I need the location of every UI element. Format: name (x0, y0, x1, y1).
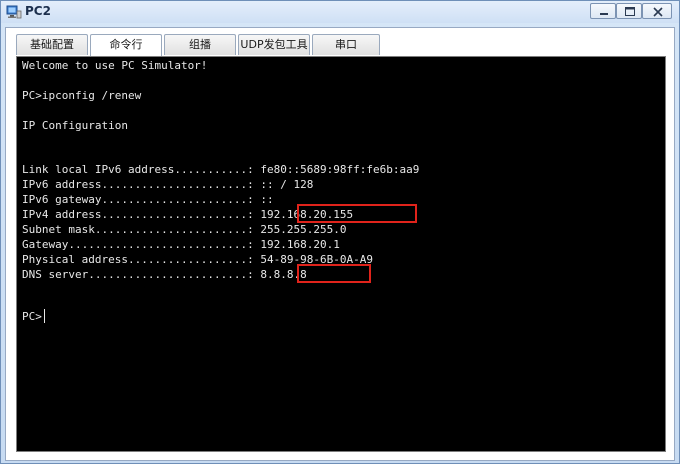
tab-udp-tool[interactable]: UDP发包工具 (238, 34, 310, 55)
client-area: 基础配置 命令行 组播 UDP发包工具 串口 Welcome to use PC… (5, 27, 675, 461)
terminal-line: IPv6 gateway......................: :: (22, 193, 274, 206)
tab-serial-port[interactable]: 串口 (312, 34, 380, 55)
maximize-button[interactable] (616, 3, 642, 19)
pc-icon (6, 4, 22, 20)
pc-simulator-window: PC2 基础配置 命令行 组播 UDP发包工具 串口 Welcome to us… (0, 0, 680, 464)
highlight-box-ipv4 (297, 204, 417, 223)
terminal-line: Gateway...........................: 192.… (22, 238, 340, 251)
terminal-line: Welcome to use PC Simulator! (22, 59, 208, 72)
terminal-prompt: PC> (22, 310, 42, 323)
terminal-line: DNS server........................: 8.8.… (22, 268, 307, 281)
title-bar[interactable]: PC2 (1, 1, 679, 23)
window-title: PC2 (25, 4, 51, 18)
terminal-line: Subnet mask.......................: 255.… (22, 223, 347, 236)
text-cursor (44, 309, 45, 323)
terminal-line: IPv6 address......................: :: /… (22, 178, 314, 191)
highlight-box-dns (297, 264, 371, 283)
terminal-line: Link local IPv6 address...........: fe80… (22, 163, 420, 176)
terminal-line: PC>ipconfig /renew (22, 89, 142, 102)
minimize-icon (600, 13, 608, 15)
command-terminal[interactable]: Welcome to use PC Simulator! PC>ipconfig… (16, 56, 666, 452)
tab-command-line[interactable]: 命令行 (90, 34, 162, 56)
maximize-icon (625, 7, 635, 16)
minimize-button[interactable] (590, 3, 616, 19)
terminal-line: IP Configuration (22, 119, 128, 132)
tab-multicast[interactable]: 组播 (164, 34, 236, 55)
close-button[interactable] (642, 3, 672, 19)
tab-basic-config[interactable]: 基础配置 (16, 34, 88, 55)
close-icon (653, 7, 663, 17)
